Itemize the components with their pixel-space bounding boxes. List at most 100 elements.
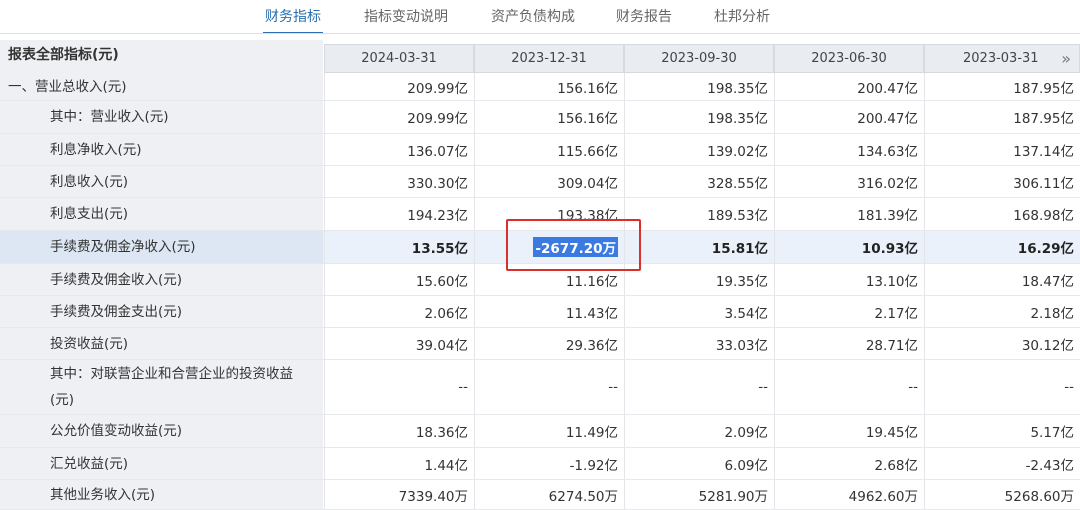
table-cell[interactable]: 209.99亿 [324, 73, 474, 100]
table-cell[interactable]: 16.29亿 [924, 231, 1080, 263]
table-row[interactable]: 其中：对联营企业和合营企业的投资收益 (元) -- -- -- -- -- [0, 360, 1080, 415]
cell-value: 198.35亿 [707, 111, 768, 127]
table-cell[interactable]: 316.02亿 [774, 166, 924, 197]
table-cell[interactable]: 2.18亿 [924, 296, 1080, 327]
table-cell[interactable]: -- [624, 360, 774, 414]
table-cell[interactable]: 189.53亿 [624, 198, 774, 230]
cell-value: 29.36亿 [565, 337, 618, 354]
column-date-2023-06-30[interactable]: 2023-06-30 [774, 44, 924, 73]
column-date-2023-09-30[interactable]: 2023-09-30 [624, 44, 774, 73]
table-row[interactable]: 利息收入(元) 330.30亿 309.04亿 328.55亿 316.02亿 306.1… [0, 166, 1080, 198]
table-cell[interactable]: 2.09亿 [624, 415, 774, 447]
cell-value: 2.18亿 [1030, 305, 1074, 322]
table-cell[interactable]: 330.30亿 [324, 166, 474, 197]
table-cell[interactable]: 328.55亿 [624, 166, 774, 197]
table-cell[interactable]: 5.17亿 [924, 415, 1080, 447]
cell-value: 200.47亿 [857, 111, 918, 127]
table-cell[interactable]: 33.03亿 [624, 328, 774, 359]
table-cell[interactable]: 2.68亿 [774, 448, 924, 479]
tab-divider [0, 33, 1080, 34]
table-cell[interactable]: 309.04亿 [474, 166, 624, 197]
table-cell[interactable]: 6274.50万 [474, 480, 624, 509]
table-cell[interactable]: 168.98亿 [924, 198, 1080, 230]
column-date-2024-03-31[interactable]: 2024-03-31 [324, 44, 474, 73]
table-cell[interactable]: 29.36亿 [474, 328, 624, 359]
table-row[interactable]: 手续费及佣金支出(元) 2.06亿 11.43亿 3.54亿 2.17亿 2.18亿 [0, 296, 1080, 328]
table-cell[interactable]: -2.43亿 [924, 448, 1080, 479]
table-cell[interactable]: 19.35亿 [624, 264, 774, 295]
table-row[interactable]: 其他业务收入(元) 7339.40万 6274.50万 5281.90万 4962.60… [0, 480, 1080, 510]
column-date-2023-03-31[interactable]: 2023-03-31 » [924, 44, 1080, 73]
cell-value: -- [608, 379, 618, 395]
table-cell[interactable]: 200.47亿 [774, 73, 924, 100]
table-cell[interactable]: 200.47亿 [774, 101, 924, 133]
table-cell[interactable]: 306.11亿 [924, 166, 1080, 197]
table-cell[interactable]: 15.60亿 [324, 264, 474, 295]
table-cell[interactable]: 209.99亿 [324, 101, 474, 133]
table-cell[interactable]: 187.95亿 [924, 73, 1080, 100]
tab-dupont-analysis[interactable]: 杜邦分析 [714, 0, 770, 34]
row-label-text: 利息支出(元) [50, 206, 129, 222]
table-cell[interactable]: 3.54亿 [624, 296, 774, 327]
table-cell[interactable]: 2.17亿 [774, 296, 924, 327]
cell-value: 18.47亿 [1021, 273, 1074, 290]
table-cell[interactable]: -- [774, 360, 924, 414]
table-cell[interactable]: 137.14亿 [924, 134, 1080, 165]
table-cell[interactable]: 139.02亿 [624, 134, 774, 165]
table-cell[interactable]: 10.93亿 [774, 231, 924, 263]
table-cell[interactable]: 13.55亿 [324, 231, 474, 263]
table-cell[interactable]: -- [474, 360, 624, 414]
table-cell[interactable]: 187.95亿 [924, 101, 1080, 133]
cell-value: 18.36亿 [415, 425, 468, 441]
table-cell[interactable]: 15.81亿 [624, 231, 774, 263]
next-columns-icon[interactable]: » [1061, 45, 1071, 72]
tab-financial-report[interactable]: 财务报告 [616, 0, 672, 34]
cell-value: -- [1064, 379, 1074, 395]
table-header: 报表全部指标(元) 2024-03-31 2023-12-31 2023-09-… [0, 40, 1080, 73]
table-cell[interactable]: -- [324, 360, 474, 414]
table-cell[interactable]: 156.16亿 [474, 101, 624, 133]
table-row[interactable]: 利息净收入(元) 136.07亿 115.66亿 139.02亿 134.63亿 137.… [0, 134, 1080, 166]
table-cell[interactable]: 156.16亿 [474, 73, 624, 100]
table-row[interactable]: 其中：营业收入(元) 209.99亿 156.16亿 198.35亿 200.47亿 18… [0, 101, 1080, 134]
table-cell[interactable]: 198.35亿 [624, 73, 774, 100]
table-cell[interactable]: -1.92亿 [474, 448, 624, 479]
tab-bar: 财务指标 指标变动说明 资产负债构成 财务报告 杜邦分析 [0, 0, 1080, 34]
table-cell[interactable]: 194.23亿 [324, 198, 474, 230]
table-cell[interactable]: 18.47亿 [924, 264, 1080, 295]
table-cell[interactable]: 134.63亿 [774, 134, 924, 165]
table-cell[interactable]: 1.44亿 [324, 448, 474, 479]
tab-indicator-change-notes[interactable]: 指标变动说明 [364, 0, 448, 34]
row-label: 手续费及佣金净收入(元) [0, 231, 323, 263]
cell-value: 13.10亿 [865, 273, 918, 290]
cell-value: 16.29亿 [1017, 241, 1074, 257]
table-cell[interactable]: 181.39亿 [774, 198, 924, 230]
tab-financial-indicators[interactable]: 财务指标 [263, 0, 323, 34]
cell-value: 19.35亿 [715, 273, 768, 290]
table-cell[interactable]: -- [924, 360, 1080, 414]
table-cell[interactable]: 28.71亿 [774, 328, 924, 359]
cell-value: 139.02亿 [707, 143, 768, 160]
table-cell[interactable]: 19.45亿 [774, 415, 924, 447]
table-cell[interactable]: 115.66亿 [474, 134, 624, 165]
table-row[interactable]: 投资收益(元) 39.04亿 29.36亿 33.03亿 28.71亿 30.12亿 [0, 328, 1080, 360]
table-cell[interactable]: 18.36亿 [324, 415, 474, 447]
table-cell[interactable]: 11.49亿 [474, 415, 624, 447]
table-cell[interactable]: 13.10亿 [774, 264, 924, 295]
column-date-2023-12-31[interactable]: 2023-12-31 [474, 44, 624, 73]
table-row[interactable]: 公允价值变动收益(元) 18.36亿 11.49亿 2.09亿 19.45亿 5.17亿 [0, 415, 1080, 448]
table-cell[interactable]: 198.35亿 [624, 101, 774, 133]
table-cell[interactable]: 5281.90万 [624, 480, 774, 509]
table-cell[interactable]: 136.07亿 [324, 134, 474, 165]
table-row[interactable]: 一、营业总收入(元) 209.99亿 156.16亿 198.35亿 200.47亿 18… [0, 73, 1080, 101]
table-cell[interactable]: 5268.60万 [924, 480, 1080, 509]
table-cell[interactable]: 6.09亿 [624, 448, 774, 479]
table-row[interactable]: 汇兑收益(元) 1.44亿 -1.92亿 6.09亿 2.68亿 -2.43亿 [0, 448, 1080, 480]
table-cell[interactable]: 39.04亿 [324, 328, 474, 359]
table-cell[interactable]: 2.06亿 [324, 296, 474, 327]
table-cell[interactable]: 11.43亿 [474, 296, 624, 327]
table-cell[interactable]: 30.12亿 [924, 328, 1080, 359]
table-cell[interactable]: 7339.40万 [324, 480, 474, 509]
tab-balance-sheet-composition[interactable]: 资产负债构成 [491, 0, 575, 34]
table-cell[interactable]: 4962.60万 [774, 480, 924, 509]
